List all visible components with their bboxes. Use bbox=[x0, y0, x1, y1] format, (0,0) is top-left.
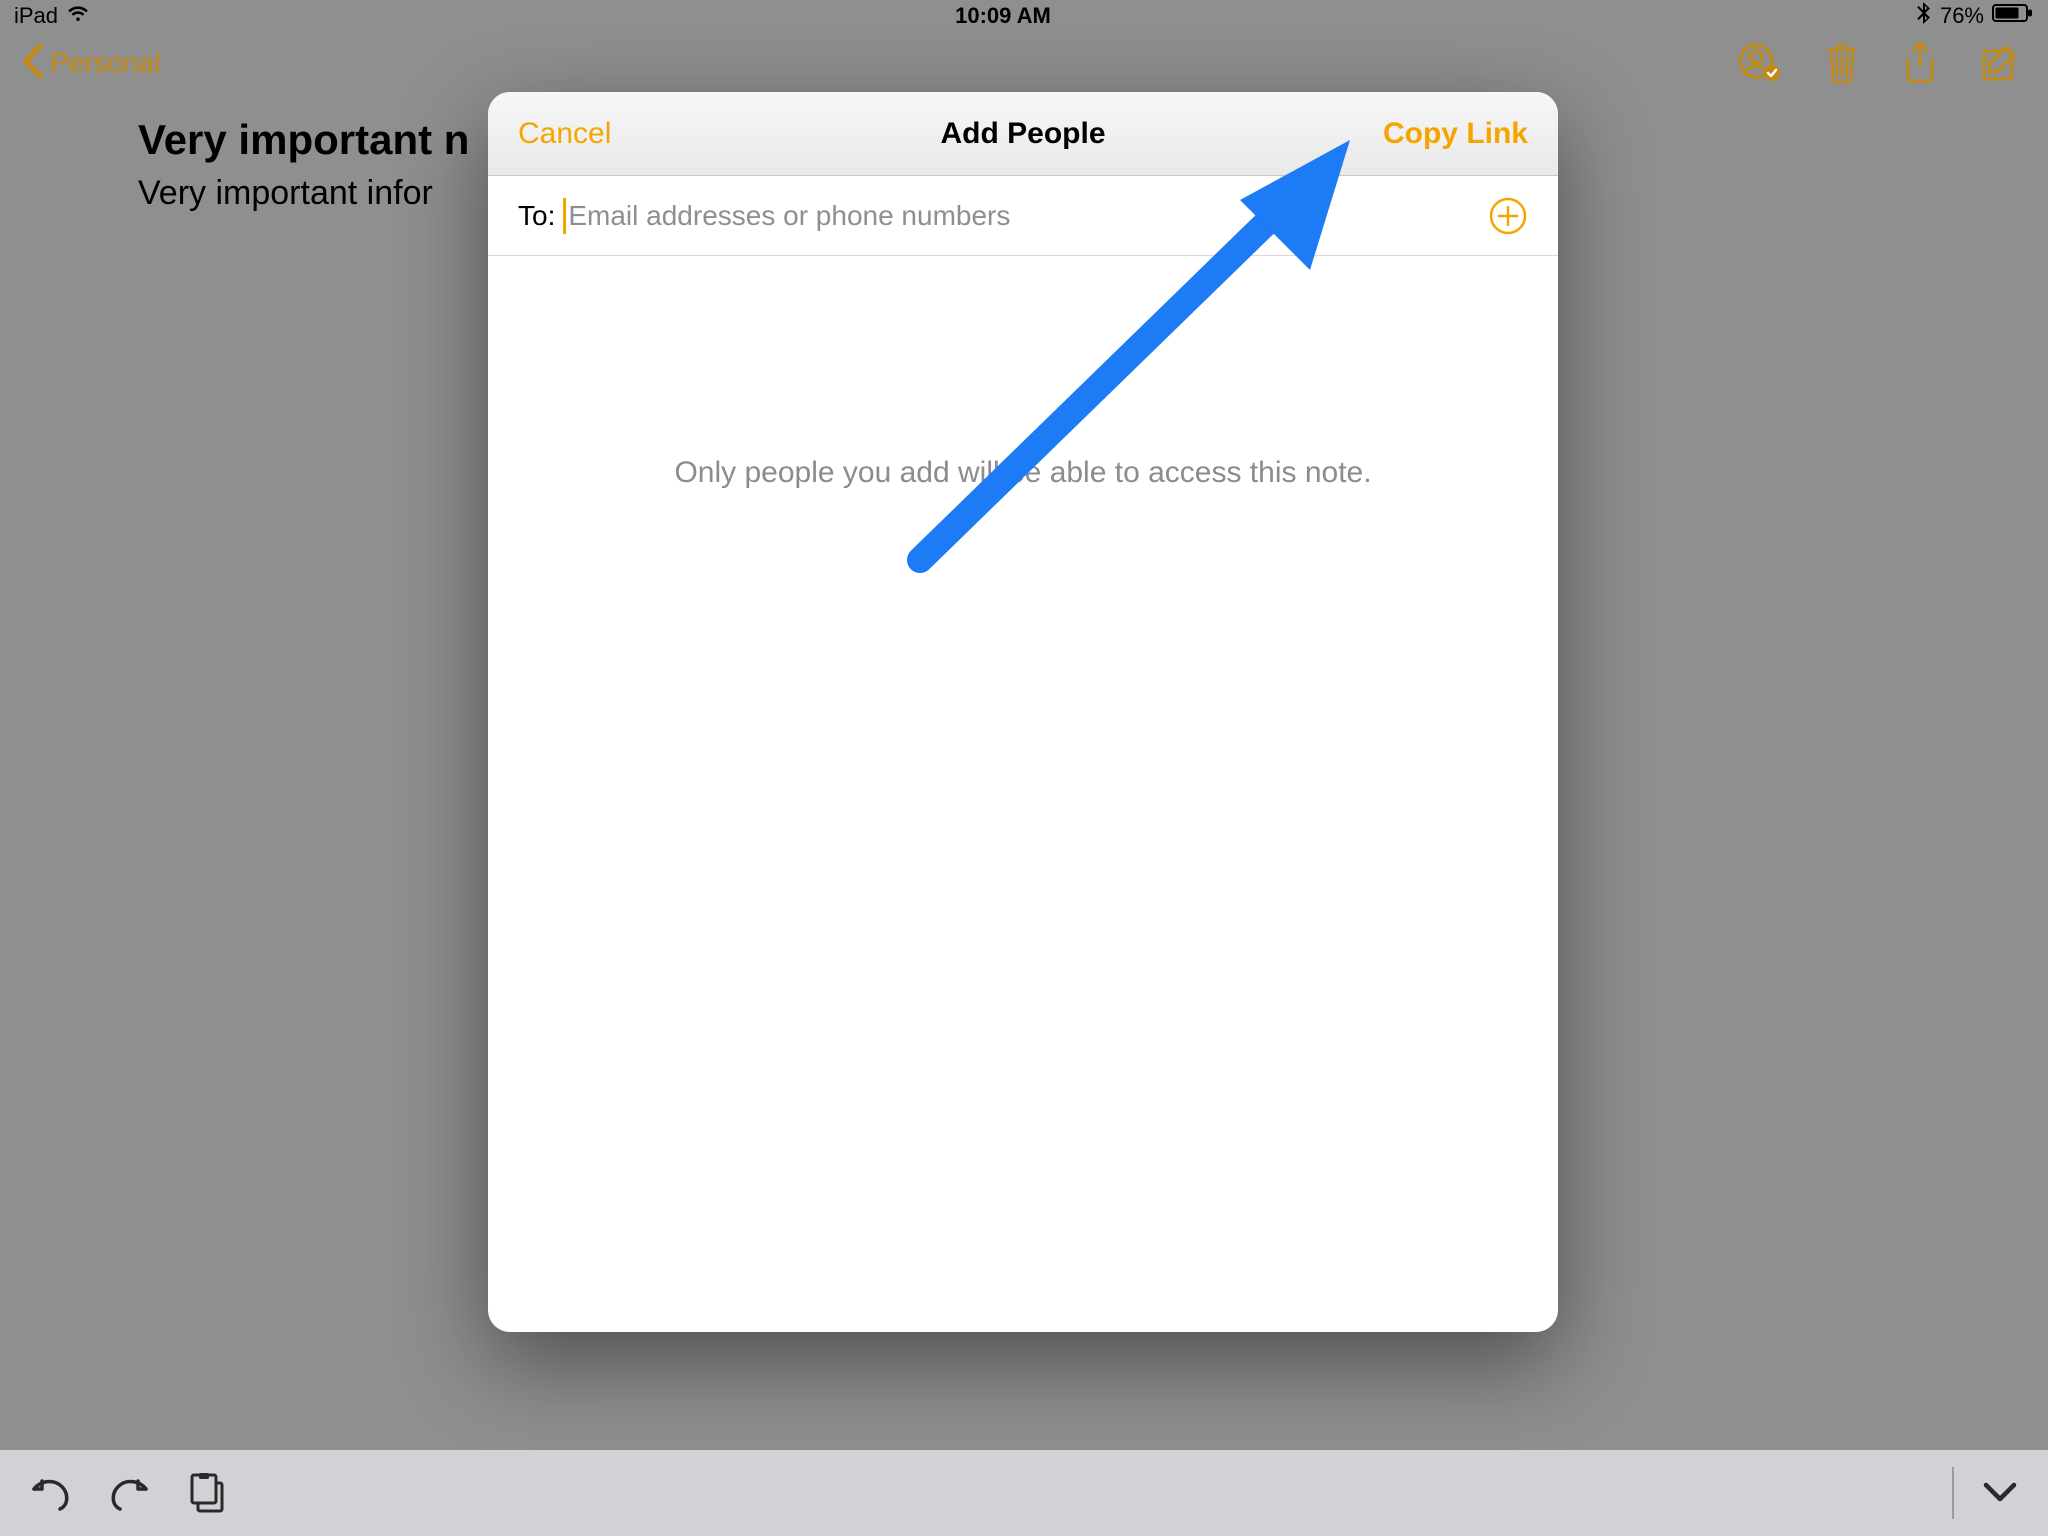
copy-link-button[interactable]: Copy Link bbox=[1383, 117, 1528, 150]
toolbar-divider bbox=[1952, 1467, 1954, 1519]
chevron-left-icon bbox=[20, 43, 44, 84]
redo-button[interactable] bbox=[108, 1475, 152, 1511]
statusbar: iPad 10:09 AM 76% bbox=[0, 0, 2048, 32]
trash-icon[interactable] bbox=[1824, 42, 1860, 84]
clock: 10:09 AM bbox=[955, 3, 1051, 29]
modal-header: Cancel Add People Copy Link bbox=[488, 92, 1558, 176]
keyboard-dismiss-button[interactable] bbox=[1980, 1479, 2020, 1507]
share-icon[interactable] bbox=[1902, 41, 1938, 85]
collaborate-icon[interactable] bbox=[1738, 43, 1782, 83]
note-title: Very important n bbox=[138, 116, 469, 164]
battery-icon bbox=[1992, 3, 2034, 29]
bottom-toolbar bbox=[0, 1450, 2048, 1536]
add-people-modal: Cancel Add People Copy Link To: Only peo… bbox=[488, 92, 1558, 1332]
back-label: Personal bbox=[50, 47, 161, 79]
modal-info-text: Only people you add will be able to acce… bbox=[488, 456, 1558, 490]
bluetooth-icon bbox=[1916, 2, 1932, 30]
wifi-icon bbox=[66, 1, 90, 31]
cancel-button[interactable]: Cancel bbox=[518, 117, 611, 150]
compose-icon[interactable] bbox=[1980, 43, 2020, 83]
to-label: To: bbox=[518, 200, 555, 232]
note-body-line: Very important infor bbox=[138, 174, 469, 213]
undo-button[interactable] bbox=[28, 1475, 72, 1511]
battery-percent: 76% bbox=[1940, 3, 1984, 29]
add-contact-button[interactable] bbox=[1488, 196, 1528, 236]
modal-title: Add People bbox=[718, 117, 1328, 151]
device-label: iPad bbox=[14, 3, 58, 29]
note-preview: Very important n Very important infor bbox=[138, 116, 469, 213]
to-row[interactable]: To: bbox=[488, 176, 1558, 256]
back-button[interactable]: Personal bbox=[20, 43, 161, 84]
text-cursor bbox=[563, 198, 566, 234]
app-header: Personal bbox=[0, 32, 2048, 94]
clipboard-icon[interactable] bbox=[188, 1473, 226, 1513]
recipients-input[interactable] bbox=[568, 200, 1488, 232]
